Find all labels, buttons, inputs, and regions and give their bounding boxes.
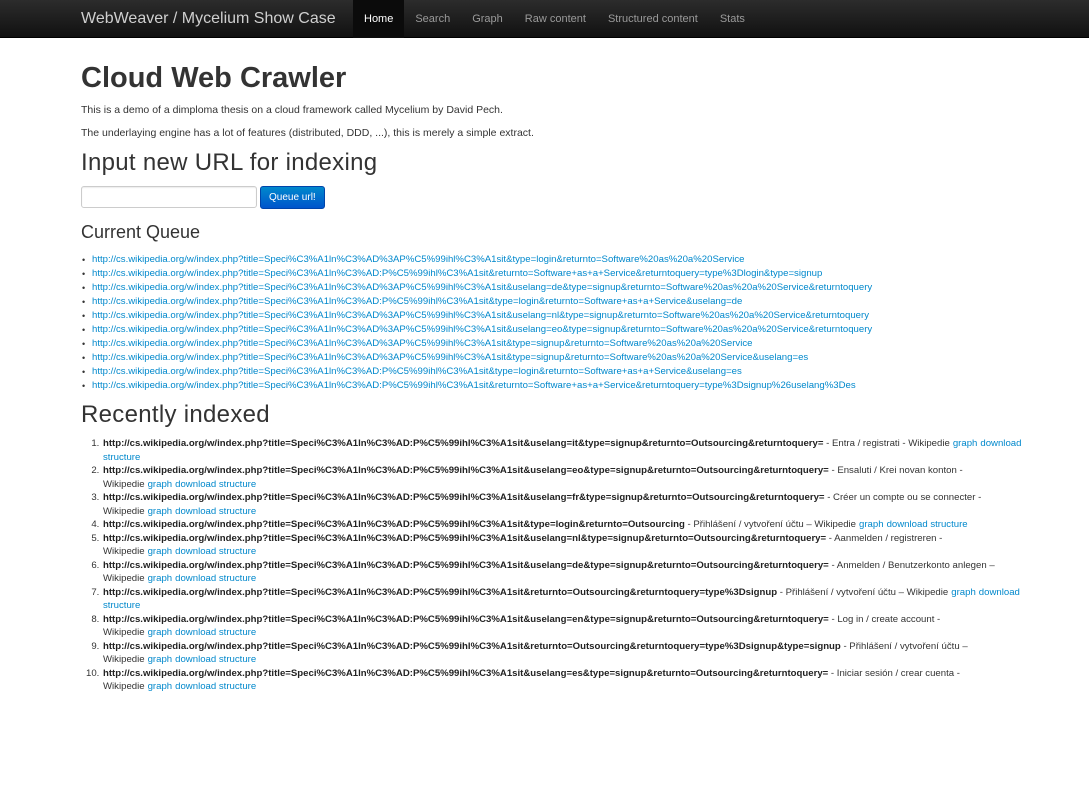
brand-link[interactable]: WebWeaver / Mycelium Show Case bbox=[81, 0, 336, 38]
indexed-url: http://cs.wikipedia.org/w/index.php?titl… bbox=[103, 559, 829, 571]
current-queue-heading: Current Queue bbox=[81, 222, 201, 242]
graph-link[interactable]: graph bbox=[148, 546, 173, 557]
graph-link[interactable]: graph bbox=[859, 519, 884, 530]
queue-item: http://cs.wikipedia.org/w/index.php?titl… bbox=[82, 281, 1041, 295]
download-structure-link[interactable]: download structure bbox=[175, 627, 256, 638]
indexed-url: http://cs.wikipedia.org/w/index.php?titl… bbox=[103, 532, 827, 544]
indexed-item: http://cs.wikipedia.org/w/index.php?titl… bbox=[102, 559, 1047, 586]
indexed-url: http://cs.wikipedia.org/w/index.php?titl… bbox=[103, 519, 685, 530]
download-structure-link[interactable]: download structure bbox=[175, 479, 256, 490]
nav-structured-content[interactable]: Structured content bbox=[597, 0, 709, 38]
queue-item: http://cs.wikipedia.org/w/index.php?titl… bbox=[82, 351, 1041, 365]
download-structure-link[interactable]: download structure bbox=[175, 681, 256, 692]
input-url-heading: Input new URL for indexing bbox=[81, 149, 378, 176]
indexed-url: http://cs.wikipedia.org/w/index.php?titl… bbox=[103, 492, 825, 503]
queue-item: http://cs.wikipedia.org/w/index.php?titl… bbox=[82, 323, 1041, 337]
navbar-inner: WebWeaver / Mycelium Show Case Home Sear… bbox=[0, 0, 1089, 38]
indexed-title: - Přihlášení / vytvoření účtu – Wikipedi… bbox=[777, 586, 949, 598]
nav-stats[interactable]: Stats bbox=[709, 0, 756, 38]
queue-url-form: Queue url! bbox=[81, 185, 1041, 209]
queue-item: http://cs.wikipedia.org/w/index.php?titl… bbox=[82, 309, 1041, 323]
download-structure-link[interactable]: download structure bbox=[175, 573, 256, 584]
graph-link[interactable]: graph bbox=[148, 506, 173, 517]
nav-search[interactable]: Search bbox=[404, 0, 461, 38]
queue-link[interactable]: http://cs.wikipedia.org/w/index.php?titl… bbox=[92, 296, 742, 307]
page-title: Cloud Web Crawler bbox=[81, 62, 347, 94]
graph-link[interactable]: graph bbox=[148, 681, 173, 692]
nav-raw-content[interactable]: Raw content bbox=[514, 0, 597, 38]
queue-link[interactable]: http://cs.wikipedia.org/w/index.php?titl… bbox=[92, 352, 808, 363]
indexed-item: http://cs.wikipedia.org/w/index.php?titl… bbox=[102, 437, 1047, 464]
queue-link[interactable]: http://cs.wikipedia.org/w/index.php?titl… bbox=[92, 282, 872, 293]
indexed-list: http://cs.wikipedia.org/w/index.php?titl… bbox=[81, 437, 1047, 694]
nav-graph[interactable]: Graph bbox=[461, 0, 514, 38]
queue-link[interactable]: http://cs.wikipedia.org/w/index.php?titl… bbox=[92, 310, 869, 321]
queue-item: http://cs.wikipedia.org/w/index.php?titl… bbox=[82, 365, 1041, 379]
indexed-title: - Přihlášení / vytvoření účtu – Wikipedi… bbox=[684, 519, 857, 530]
queue-url-button[interactable]: Queue url! bbox=[260, 185, 325, 209]
graph-link[interactable]: graph bbox=[148, 573, 173, 584]
main-nav: Home Search Graph Raw content Structured… bbox=[353, 0, 756, 38]
indexed-url: http://cs.wikipedia.org/w/index.php?titl… bbox=[103, 465, 829, 476]
indexed-item: http://cs.wikipedia.org/w/index.php?titl… bbox=[102, 586, 1047, 613]
download-structure-link[interactable]: download structure bbox=[175, 546, 256, 557]
indexed-item: http://cs.wikipedia.org/w/index.php?titl… bbox=[102, 491, 1047, 518]
queue-item: http://cs.wikipedia.org/w/index.php?titl… bbox=[82, 337, 1041, 351]
queue-link[interactable]: http://cs.wikipedia.org/w/index.php?titl… bbox=[92, 366, 742, 377]
indexed-item: http://cs.wikipedia.org/w/index.php?titl… bbox=[102, 532, 1047, 559]
queue-link[interactable]: http://cs.wikipedia.org/w/index.php?titl… bbox=[92, 254, 744, 265]
indexed-item: http://cs.wikipedia.org/w/index.php?titl… bbox=[102, 640, 1047, 667]
graph-link[interactable]: graph bbox=[148, 479, 173, 490]
indexed-url: http://cs.wikipedia.org/w/index.php?titl… bbox=[103, 438, 824, 449]
indexed-item: http://cs.wikipedia.org/w/index.php?titl… bbox=[102, 667, 1047, 694]
graph-link[interactable]: graph bbox=[953, 438, 978, 449]
queue-link[interactable]: http://cs.wikipedia.org/w/index.php?titl… bbox=[92, 268, 822, 279]
queue-item: http://cs.wikipedia.org/w/index.php?titl… bbox=[82, 379, 1041, 393]
indexed-title: - Entra / registrati - Wikipedie bbox=[823, 438, 950, 449]
url-input[interactable] bbox=[81, 186, 257, 208]
queue-item: http://cs.wikipedia.org/w/index.php?titl… bbox=[82, 253, 1041, 267]
queue-item: http://cs.wikipedia.org/w/index.php?titl… bbox=[82, 295, 1041, 309]
indexed-item: http://cs.wikipedia.org/w/index.php?titl… bbox=[102, 613, 1047, 640]
main-container: Cloud Web Crawler This is a demo of a di… bbox=[81, 38, 1041, 694]
top-navbar: WebWeaver / Mycelium Show Case Home Sear… bbox=[0, 0, 1089, 38]
intro-text-1: This is a demo of a dimploma thesis on a… bbox=[81, 104, 503, 116]
indexed-url: http://cs.wikipedia.org/w/index.php?titl… bbox=[103, 586, 778, 598]
graph-link[interactable]: graph bbox=[148, 627, 173, 638]
indexed-url: http://cs.wikipedia.org/w/index.php?titl… bbox=[103, 613, 829, 625]
queue-link[interactable]: http://cs.wikipedia.org/w/index.php?titl… bbox=[92, 324, 872, 335]
indexed-item: http://cs.wikipedia.org/w/index.php?titl… bbox=[102, 464, 1047, 491]
indexed-url: http://cs.wikipedia.org/w/index.php?titl… bbox=[103, 640, 841, 652]
queue-link[interactable]: http://cs.wikipedia.org/w/index.php?titl… bbox=[92, 380, 856, 391]
indexed-url: http://cs.wikipedia.org/w/index.php?titl… bbox=[103, 667, 829, 679]
indexed-item: http://cs.wikipedia.org/w/index.php?titl… bbox=[102, 518, 1047, 532]
recently-indexed-heading: Recently indexed bbox=[81, 401, 270, 428]
graph-link[interactable]: graph bbox=[148, 654, 173, 665]
queue-item: http://cs.wikipedia.org/w/index.php?titl… bbox=[82, 267, 1041, 281]
queue-link[interactable]: http://cs.wikipedia.org/w/index.php?titl… bbox=[92, 338, 752, 349]
download-structure-link[interactable]: download structure bbox=[887, 519, 968, 530]
graph-link[interactable]: graph bbox=[951, 587, 976, 598]
nav-home[interactable]: Home bbox=[353, 0, 405, 38]
queue-list: http://cs.wikipedia.org/w/index.php?titl… bbox=[81, 253, 1041, 393]
download-structure-link[interactable]: download structure bbox=[175, 654, 256, 665]
intro-text-2: The underlaying engine has a lot of feat… bbox=[81, 127, 534, 139]
download-structure-link[interactable]: download structure bbox=[175, 506, 256, 517]
